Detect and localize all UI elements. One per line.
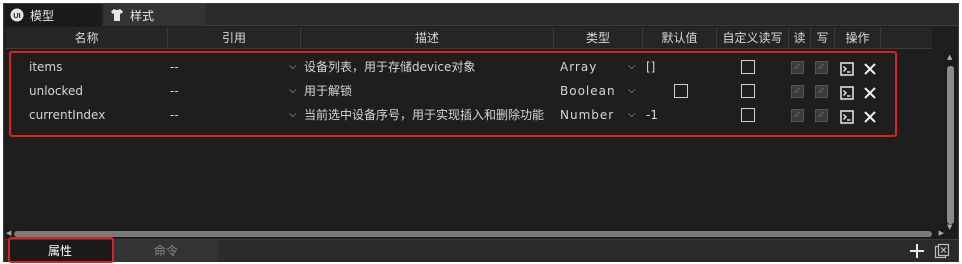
delete-icon[interactable] bbox=[863, 84, 877, 99]
chevron-down-icon[interactable]: ⌵ bbox=[289, 55, 297, 79]
row-type[interactable]: Array bbox=[560, 55, 620, 79]
svg-text:UI: UI bbox=[13, 11, 21, 20]
delete-icon[interactable] bbox=[863, 108, 877, 123]
col-header-type[interactable]: 类型 bbox=[554, 27, 643, 49]
chevron-down-icon[interactable]: ⌵ bbox=[289, 79, 297, 103]
table-row: items -- ⌵ 设备列表，用于存储device对象 Array ⌵ [] … bbox=[6, 55, 932, 79]
delete-icon[interactable] bbox=[863, 60, 877, 75]
row-default[interactable]: -1 bbox=[646, 103, 676, 127]
tab-style[interactable]: 样式 bbox=[104, 4, 206, 26]
horizontal-scroll-thumb[interactable] bbox=[14, 231, 932, 237]
tab-style-label: 样式 bbox=[130, 8, 155, 23]
custom-rw-checkbox[interactable] bbox=[741, 84, 755, 98]
col-header-desc[interactable]: 描述 bbox=[301, 27, 554, 49]
col-header-name[interactable]: 名称 bbox=[6, 27, 168, 49]
tab-properties[interactable]: 属性 bbox=[8, 240, 112, 262]
row-desc[interactable]: 设备列表，用于存储device对象 bbox=[304, 55, 550, 79]
table-row: currentIndex -- ⌵ 当前选中设备序号，用于实现插入和删除功能 N… bbox=[6, 103, 932, 127]
add-icon[interactable] bbox=[909, 243, 925, 259]
chevron-down-icon[interactable]: ⌵ bbox=[628, 79, 636, 103]
row-name[interactable]: items bbox=[29, 55, 159, 79]
default-value-checkbox[interactable] bbox=[674, 84, 688, 98]
scroll-down-icon[interactable]: ▼ bbox=[947, 223, 952, 231]
tab-model-label: 模型 bbox=[30, 8, 55, 23]
col-header-custom-rw[interactable]: 自定义读写 bbox=[717, 27, 789, 49]
row-type[interactable]: Boolean bbox=[560, 79, 620, 103]
row-name[interactable]: currentIndex bbox=[29, 103, 159, 127]
write-checkbox: ✓ bbox=[815, 61, 828, 74]
row-ref[interactable]: -- bbox=[170, 55, 210, 79]
read-checkbox: ✓ bbox=[791, 61, 804, 74]
chevron-down-icon[interactable]: ⌵ bbox=[628, 103, 636, 127]
tab-commands[interactable]: 命令 bbox=[114, 240, 218, 262]
row-ref[interactable]: -- bbox=[170, 79, 210, 103]
scroll-up-icon[interactable]: ▲ bbox=[947, 53, 952, 61]
custom-rw-checkbox[interactable] bbox=[741, 108, 755, 122]
script-icon[interactable] bbox=[840, 108, 854, 124]
ui-logo-icon: UI bbox=[10, 8, 24, 22]
row-ref[interactable]: -- bbox=[170, 103, 210, 127]
col-header-default[interactable]: 默认值 bbox=[643, 27, 717, 49]
horizontal-scrollbar[interactable]: ◀ ▶ bbox=[6, 229, 944, 238]
custom-rw-checkbox[interactable] bbox=[741, 60, 755, 74]
col-header-ref[interactable]: 引用 bbox=[168, 27, 301, 49]
row-type[interactable]: Number bbox=[560, 103, 620, 127]
tab-model[interactable]: UI 模型 bbox=[4, 4, 102, 26]
col-header-write[interactable]: 写 bbox=[811, 27, 835, 49]
clear-icon[interactable] bbox=[934, 243, 950, 259]
scroll-left-icon[interactable]: ◀ bbox=[6, 229, 11, 237]
shirt-icon bbox=[110, 8, 124, 22]
read-checkbox: ✓ bbox=[791, 109, 804, 122]
col-header-read[interactable]: 读 bbox=[789, 27, 811, 49]
script-icon[interactable] bbox=[840, 60, 854, 76]
row-desc[interactable]: 当前选中设备序号，用于实现插入和删除功能 bbox=[304, 103, 550, 127]
row-default[interactable]: [] bbox=[646, 55, 676, 79]
bottom-tab-bar: 属性 命令 bbox=[4, 239, 958, 262]
top-tab-bar: UI 模型 样式 bbox=[4, 4, 958, 26]
read-checkbox: ✓ bbox=[791, 85, 804, 98]
write-checkbox: ✓ bbox=[815, 109, 828, 122]
chevron-down-icon[interactable]: ⌵ bbox=[628, 55, 636, 79]
col-header-action[interactable]: 操作 bbox=[835, 27, 881, 49]
chevron-down-icon[interactable]: ⌵ bbox=[289, 103, 297, 127]
script-icon[interactable] bbox=[840, 84, 854, 100]
table-header: 名称 引用 描述 类型 默认值 自定义读写 读 写 操作 bbox=[6, 27, 932, 49]
vertical-scroll-thumb[interactable] bbox=[947, 66, 954, 224]
vertical-scrollbar[interactable]: ▲ ▼ bbox=[944, 50, 956, 232]
scroll-right-icon[interactable]: ▶ bbox=[939, 229, 944, 237]
write-checkbox: ✓ bbox=[815, 85, 828, 98]
model-panel: UI 模型 样式 名称 引用 描述 类型 默认值 自定义读写 读 写 操作 it… bbox=[3, 3, 959, 263]
row-name[interactable]: unlocked bbox=[29, 79, 159, 103]
table-row: unlocked -- ⌵ 用于解锁 Boolean ⌵ ✓ ✓ bbox=[6, 79, 932, 103]
row-desc[interactable]: 用于解锁 bbox=[304, 79, 550, 103]
